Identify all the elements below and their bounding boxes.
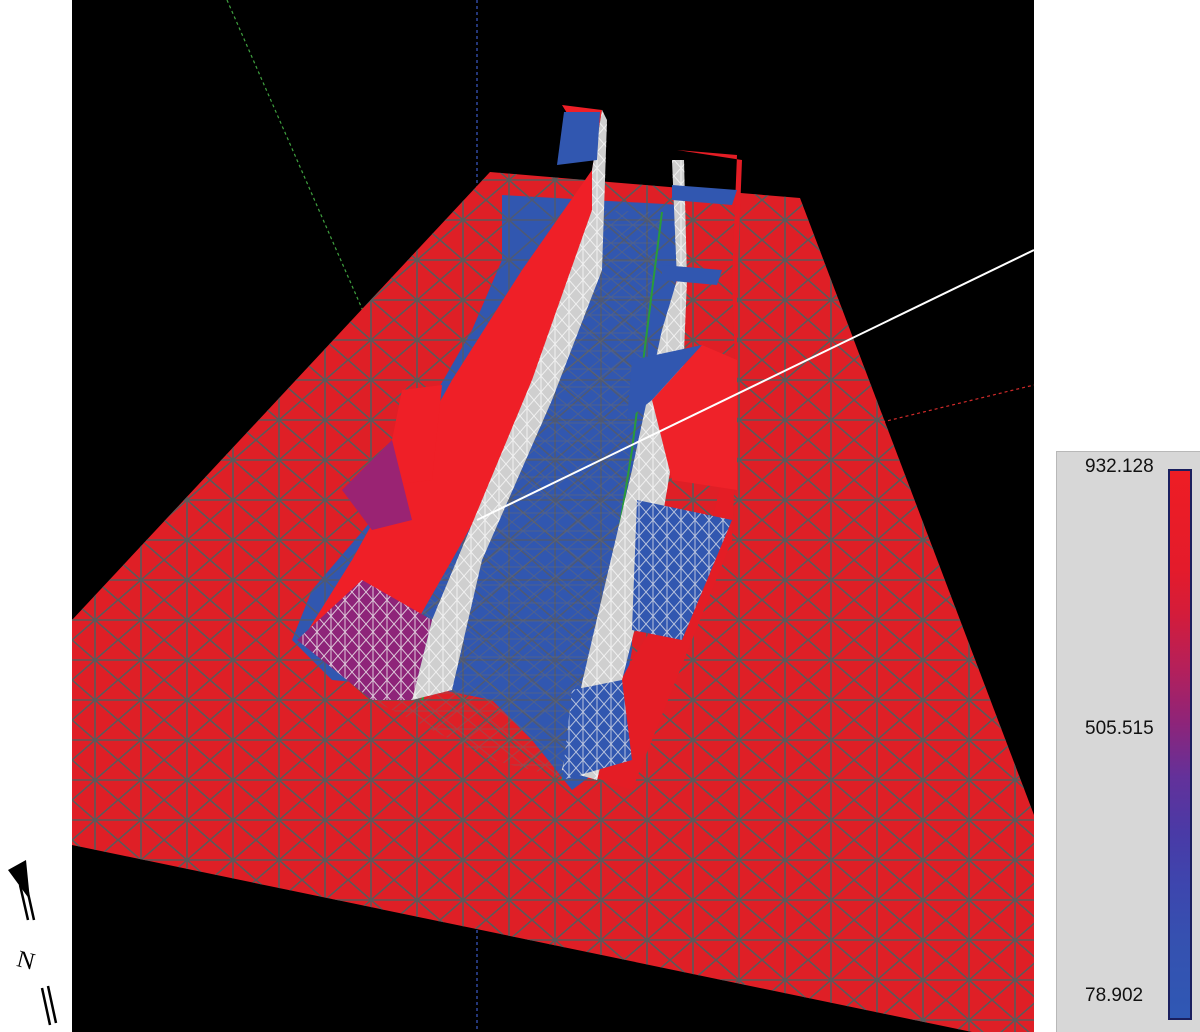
- legend-mid-label: 505.515: [1085, 718, 1154, 739]
- legend-color-bar: [1168, 469, 1192, 1020]
- left-building-blue-end: [557, 112, 600, 165]
- mesh-viewer-window: N 932.128 505.515 78.902: [0, 0, 1200, 1032]
- 3d-viewport[interactable]: [72, 0, 1034, 1032]
- color-legend: 932.128 505.515 78.902: [1056, 451, 1200, 1032]
- legend-min-label: 78.902: [1085, 985, 1144, 1006]
- north-arrow-icon: [0, 860, 60, 1030]
- mesh-scene[interactable]: [72, 0, 1034, 1032]
- legend-max-label: 932.128: [1085, 456, 1154, 477]
